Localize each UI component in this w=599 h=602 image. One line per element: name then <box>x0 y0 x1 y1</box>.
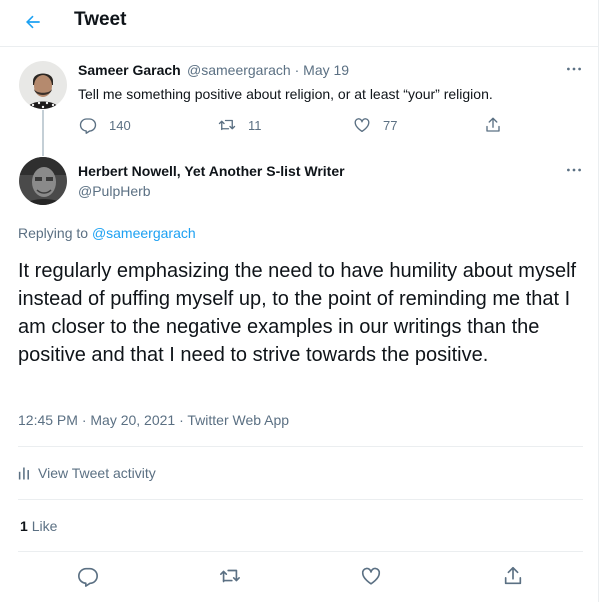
divider <box>18 499 583 500</box>
divider <box>18 446 583 447</box>
reply-icon <box>79 118 97 134</box>
activity-icon <box>18 467 29 479</box>
likes-summary-label: Like <box>31 518 58 534</box>
avatar-image <box>19 61 67 109</box>
thread-connector <box>42 110 44 156</box>
share-icon <box>486 117 500 132</box>
original-tweet-text: Tell me something positive about religio… <box>78 86 493 102</box>
reply-icon <box>78 567 98 587</box>
like-icon <box>354 118 370 133</box>
meta-separator: · <box>294 62 304 78</box>
original-like-button[interactable]: 77 <box>353 116 397 134</box>
likes-summary-count: 1 <box>20 518 28 534</box>
share-icon <box>504 566 522 585</box>
view-activity-button[interactable]: View Tweet activity <box>18 465 156 481</box>
main-more-button[interactable] <box>564 164 584 176</box>
retweet-button[interactable] <box>219 565 241 587</box>
activity-label: View Tweet activity <box>38 465 156 481</box>
divider <box>18 551 583 552</box>
more-icon <box>567 168 581 172</box>
original-author-meta: @sameergarach · May 19 <box>187 62 349 78</box>
main-author-name[interactable]: Herbert Nowell, Yet Another S-list Write… <box>78 163 345 179</box>
main-author-handle[interactable]: @PulpHerb <box>78 183 151 199</box>
reply-button[interactable] <box>77 565 99 587</box>
original-reply-button[interactable]: 140 <box>79 116 131 134</box>
replying-to-line: Replying to @sameergarach <box>18 225 196 241</box>
tweet-page: Tweet Sameer Garach @sameergarach · May … <box>0 0 599 602</box>
tweet-timestamp[interactable]: 12:45 PM · May 20, 2021 · Twitter Web Ap… <box>18 412 289 428</box>
replying-label: Replying to <box>18 225 89 241</box>
original-tweet-date[interactable]: May 19 <box>303 62 349 78</box>
retweet-icon <box>218 119 236 131</box>
share-button[interactable] <box>502 565 524 587</box>
original-retweet-button[interactable]: 11 <box>218 116 262 134</box>
more-icon <box>567 67 581 71</box>
main-author-avatar[interactable] <box>19 157 67 205</box>
retweet-count: 11 <box>248 117 262 133</box>
page-header: Tweet <box>0 0 599 47</box>
page-title: Tweet <box>74 9 127 30</box>
like-button[interactable] <box>360 565 382 587</box>
like-count: 77 <box>383 117 398 133</box>
back-button[interactable] <box>19 8 47 36</box>
original-author-avatar[interactable] <box>19 61 67 109</box>
original-author-name[interactable]: Sameer Garach <box>78 62 181 78</box>
avatar-image <box>19 157 67 205</box>
replying-to-link[interactable]: @sameergarach <box>92 225 196 241</box>
original-share-button[interactable] <box>484 116 502 134</box>
back-arrow-icon <box>26 15 40 29</box>
main-tweet-text: It regularly emphasizing the need to hav… <box>18 260 577 366</box>
retweet-icon <box>220 569 240 583</box>
original-more-button[interactable] <box>564 63 584 75</box>
like-icon <box>361 567 381 585</box>
reply-count: 140 <box>109 117 131 133</box>
original-author-handle[interactable]: @sameergarach <box>187 62 291 78</box>
likes-summary[interactable]: 1 Like <box>20 518 57 534</box>
